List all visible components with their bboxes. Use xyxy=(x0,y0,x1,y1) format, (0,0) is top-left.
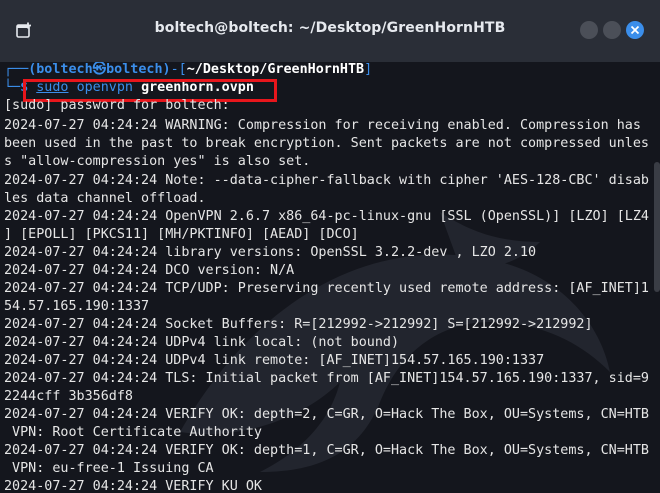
output-line: 2024-07-27 04:24:24 UDPv4 link local: (n… xyxy=(4,335,400,350)
prompt-line-1: ┌──(boltech㉿boltech)-[~/Desktop/GreenHor… xyxy=(4,62,372,79)
output-line: 2024-07-27 04:24:24 TCP/UDP: Preserving … xyxy=(4,281,649,296)
output-line: VPN: Root Certificate Authority xyxy=(4,425,262,440)
prompt-path: ~/Desktop/GreenHornHTB xyxy=(186,62,365,77)
output-line: [sudo] password for boltech: xyxy=(4,98,230,113)
output-line: 2024-07-27 04:24:24 WARNING: Compression… xyxy=(4,118,641,133)
maximize-button[interactable] xyxy=(603,21,621,39)
prompt-path-open: -[ xyxy=(170,62,187,77)
output-line: 2024-07-27 04:24:24 OpenVPN 2.6.7 x86_64… xyxy=(4,209,649,224)
output-line: 2024-07-27 04:24:24 VERIFY KU OK xyxy=(4,479,262,493)
output-line: VPN: eu-free-1 Issuing CA xyxy=(4,461,214,476)
output-line: 2024-07-27 04:24:24 library versions: Op… xyxy=(4,245,537,260)
minimize-button[interactable] xyxy=(580,21,598,39)
output-line: 2244cff 3b356df8 xyxy=(4,389,133,404)
output-line: les data channel offload. xyxy=(4,191,206,206)
title-bar: boltech@boltech: ~/Desktop/GreenHornHTB xyxy=(0,0,660,62)
output-line: 2024-07-27 04:24:24 VERIFY OK: depth=1, … xyxy=(4,443,649,458)
prompt-path-close: ] xyxy=(364,62,373,77)
output-line: 2024-07-27 04:24:24 UDPv4 link remote: [… xyxy=(4,353,545,368)
output-line: been used in the past to break encryptio… xyxy=(4,136,649,151)
output-line: 2024-07-27 04:24:24 Note: --data-cipher-… xyxy=(4,173,649,188)
terminal-output-area[interactable]: ┌──(boltech㉿boltech)-[~/Desktop/GreenHor… xyxy=(0,62,660,493)
output-line: 2024-07-27 04:24:24 TLS: Initial packet … xyxy=(4,371,649,386)
prompt-corner-top: ┌── xyxy=(4,62,29,77)
output-line: 2024-07-27 04:24:24 Socket Buffers: R=[2… xyxy=(4,317,593,332)
terminal-window: boltech@boltech: ~/Desktop/GreenHornHTB … xyxy=(0,0,660,493)
output-line: 2024-07-27 04:24:24 VERIFY OK: depth=2, … xyxy=(4,407,649,422)
prompt-corner-bottom: └─ xyxy=(4,80,21,95)
window-title: boltech@boltech: ~/Desktop/GreenHornHTB xyxy=(154,20,506,36)
close-icon xyxy=(630,25,640,35)
close-button[interactable] xyxy=(626,21,644,39)
scrollbar[interactable] xyxy=(654,162,660,292)
output-line: s "allow-compression yes" is also set. xyxy=(4,154,311,169)
output-line: 2024-07-27 04:24:24 DCO version: N/A xyxy=(4,263,295,278)
output-line: 54.57.165.190:1337 xyxy=(4,299,150,314)
prompt-user-host: (boltech㉿boltech) xyxy=(28,62,171,77)
output-line: ] [EPOLL] [PKCS11] [MH/PKTINFO] [AEAD] [… xyxy=(4,227,359,242)
